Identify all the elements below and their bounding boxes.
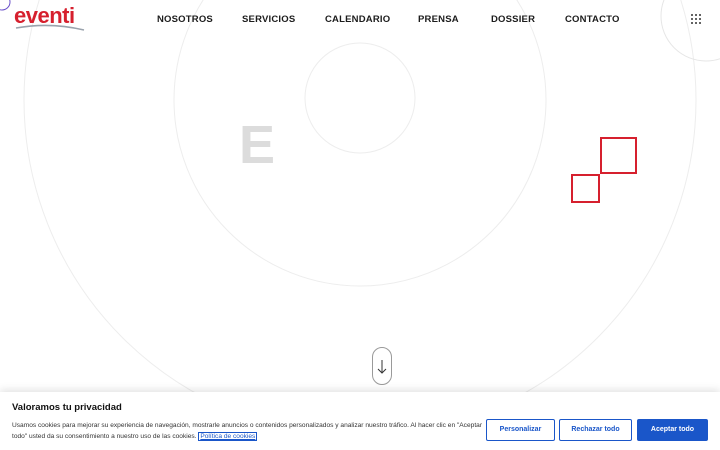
reject-all-button[interactable]: Rechazar todo — [559, 419, 632, 441]
accept-all-button[interactable]: Aceptar todo — [637, 419, 708, 441]
cookie-banner: Valoramos tu privacidad Usamos cookies p… — [0, 392, 720, 450]
background-circles — [0, 0, 720, 437]
site-header: eventi NOSOTROS SERVICIOS CALENDARIO PRE… — [0, 0, 720, 42]
grid-dots-icon — [691, 14, 701, 24]
hero-letter: E — [239, 115, 276, 175]
main-nav: NOSOTROS SERVICIOS CALENDARIO PRENSA DOS… — [0, 14, 720, 28]
customize-button[interactable]: Personalizar — [486, 419, 555, 441]
red-square-large — [600, 137, 637, 174]
cookie-title: Valoramos tu privacidad — [12, 402, 122, 413]
arrow-down-icon — [377, 360, 387, 374]
nav-dossier[interactable]: DOSSIER — [491, 14, 535, 25]
red-square-small — [571, 174, 600, 203]
cookie-policy-link[interactable]: Política de cookies — [198, 432, 258, 441]
nav-calendario[interactable]: CALENDARIO — [325, 14, 390, 25]
cookie-description: Usamos cookies para mejorar su experienc… — [12, 420, 482, 442]
nav-prensa[interactable]: PRENSA — [418, 14, 459, 25]
nav-nosotros[interactable]: NOSOTROS — [157, 14, 213, 25]
nav-contacto[interactable]: CONTACTO — [565, 14, 620, 25]
scroll-down-button[interactable] — [372, 347, 392, 385]
menu-button[interactable] — [690, 13, 706, 29]
nav-servicios[interactable]: SERVICIOS — [242, 14, 295, 25]
